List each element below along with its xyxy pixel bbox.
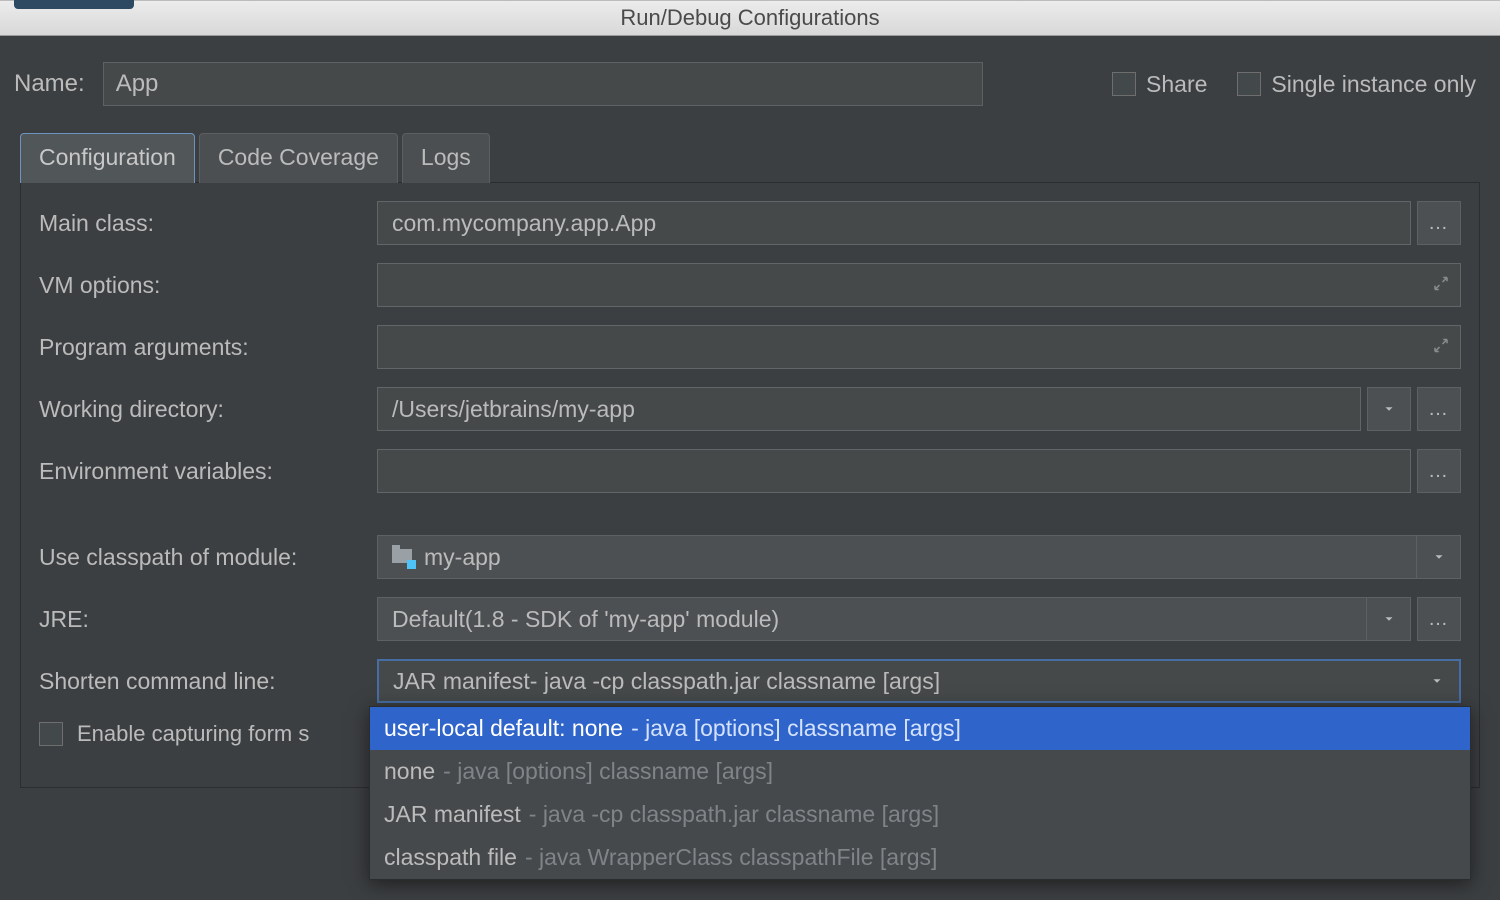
main-class-input[interactable]: com.mycompany.app.App [377,201,1411,245]
working-dir-history-button[interactable] [1367,387,1411,431]
tab-configuration[interactable]: Configuration [20,133,195,183]
env-vars-label: Environment variables: [39,458,369,485]
shorten-option-user-local-default[interactable]: user-local default: none - java [options… [370,707,1470,750]
working-dir-row: Working directory: /Users/jetbrains/my-a… [39,387,1461,431]
classpath-label: Use classpath of module: [39,544,369,571]
expand-icon[interactable] [1432,334,1450,361]
vm-options-row: VM options: [39,263,1461,307]
single-instance-checkbox[interactable]: Single instance only [1237,71,1476,98]
name-label: Name: [14,70,85,98]
checkbox-icon [1112,72,1136,96]
classpath-module-combo[interactable]: my-app [377,535,1461,579]
chevron-down-icon [1366,598,1410,640]
vm-options-input[interactable] [377,263,1461,307]
name-row: Name: Share Single instance only [14,62,1486,106]
classpath-row: Use classpath of module: my-app [39,535,1461,579]
expand-icon[interactable] [1432,272,1450,299]
shorten-option-none[interactable]: none - java [options] classname [args] [370,750,1470,793]
checkbox-icon [1237,72,1261,96]
working-dir-input[interactable]: /Users/jetbrains/my-app [377,387,1361,431]
tab-logs[interactable]: Logs [402,133,490,183]
program-args-row: Program arguments: [39,325,1461,369]
tab-code-coverage[interactable]: Code Coverage [199,133,398,183]
main-class-browse-button[interactable] [1417,201,1461,245]
chevron-down-icon [1416,536,1460,578]
share-checkbox[interactable]: Share [1112,71,1207,98]
window-title: Run/Debug Configurations [620,5,879,31]
main-class-row: Main class: com.mycompany.app.App [39,201,1461,245]
share-label: Share [1146,71,1207,98]
jre-browse-button[interactable] [1417,597,1461,641]
module-icon [392,546,414,568]
main-class-label: Main class: [39,210,369,237]
main-panel: Name: Share Single instance only Configu… [0,36,1500,802]
env-vars-browse-button[interactable] [1417,449,1461,493]
single-instance-label: Single instance only [1271,71,1476,98]
jre-combo[interactable]: Default (1.8 - SDK of 'my-app' module) [377,597,1411,641]
tabs: Configuration Code Coverage Logs [20,132,1480,183]
background-tab-shadow [14,0,134,9]
checkbox-icon [39,722,63,746]
enable-capturing-label: Enable capturing form s [77,721,309,747]
shorten-option-jar-manifest[interactable]: JAR manifest - java -cp classpath.jar cl… [370,793,1470,836]
jre-row: JRE: Default (1.8 - SDK of 'my-app' modu… [39,597,1461,641]
vm-options-label: VM options: [39,272,369,299]
shorten-cmd-label: Shorten command line: [39,668,369,695]
window-titlebar: Run/Debug Configurations [0,0,1500,36]
shorten-cmd-row: Shorten command line: JAR manifest - jav… [39,659,1461,703]
program-args-label: Program arguments: [39,334,369,361]
shorten-cmd-dropdown: user-local default: none - java [options… [369,706,1471,880]
working-dir-browse-button[interactable] [1417,387,1461,431]
program-args-input[interactable] [377,325,1461,369]
name-input[interactable] [103,62,983,106]
jre-label: JRE: [39,606,369,633]
shorten-option-classpath-file[interactable]: classpath file - java WrapperClass class… [370,836,1470,879]
env-vars-row: Environment variables: [39,449,1461,493]
configuration-form: Main class: com.mycompany.app.App VM opt… [20,183,1480,788]
chevron-down-icon [1415,661,1459,701]
env-vars-input[interactable] [377,449,1411,493]
working-dir-label: Working directory: [39,396,369,423]
header-checks: Share Single instance only [1112,71,1476,98]
shorten-cmd-combo[interactable]: JAR manifest - java -cp classpath.jar cl… [377,659,1461,703]
